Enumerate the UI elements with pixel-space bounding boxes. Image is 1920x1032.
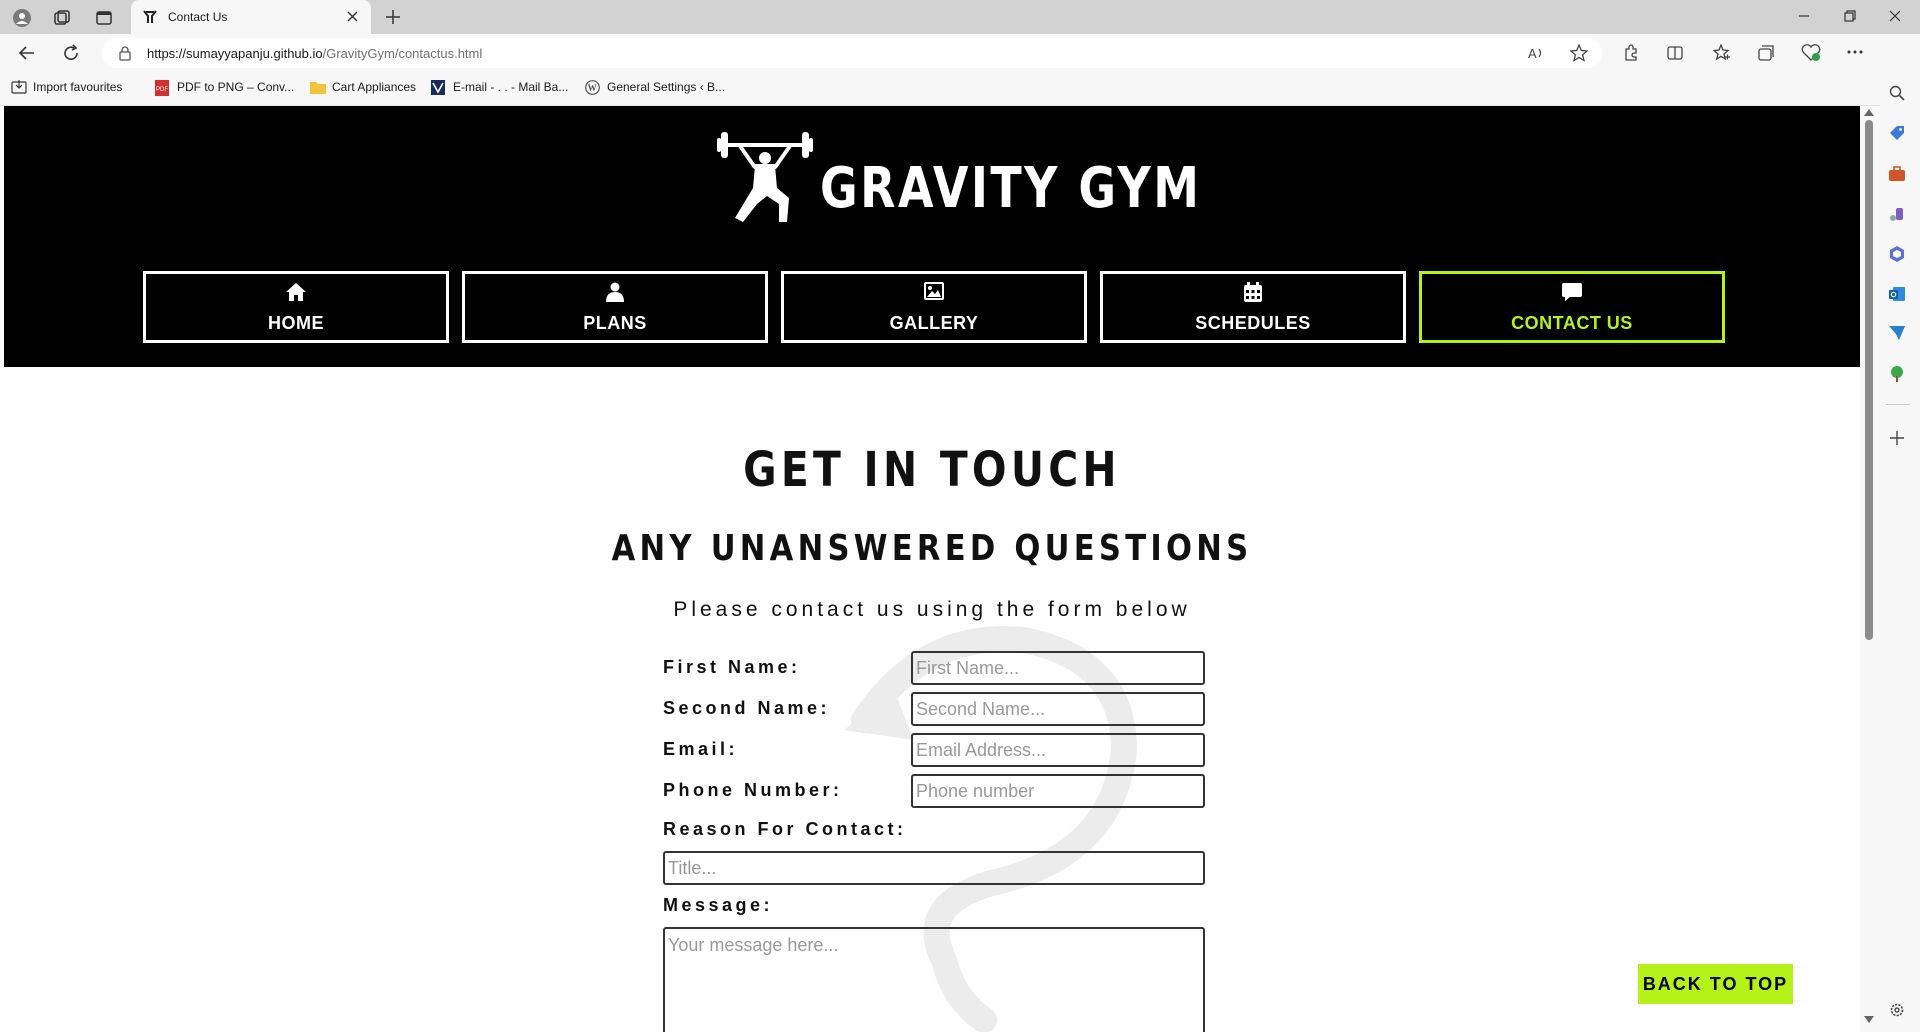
scroll-up-icon[interactable] — [1864, 108, 1874, 116]
more-options-icon[interactable] — [1847, 50, 1863, 54]
nav-home[interactable]: HOME — [143, 271, 449, 343]
sidebar-divider — [1886, 404, 1910, 405]
close-window-icon[interactable] — [1889, 10, 1901, 22]
browser-essentials-icon[interactable] — [1801, 44, 1821, 62]
collections-icon[interactable] — [1757, 44, 1775, 62]
second-name-input[interactable] — [911, 692, 1205, 726]
message-label: Message: — [663, 895, 774, 915]
split-screen-icon[interactable] — [1666, 44, 1684, 62]
workspaces-icon[interactable] — [53, 9, 71, 27]
nav-gallery-label: GALLERY — [889, 313, 979, 333]
sidebar-outlook-icon[interactable] — [1889, 286, 1905, 302]
web-page: GRAVITY GYM HOME PLANS GALLERY SCHEDULES… — [4, 106, 1860, 1032]
sidebar-send-icon[interactable] — [1889, 326, 1905, 340]
bookmark-general-settings[interactable]: General Settings ‹ B... — [607, 80, 725, 94]
phone-input[interactable] — [911, 774, 1205, 808]
gym-favicon-icon — [143, 9, 157, 25]
folder-icon — [310, 81, 326, 94]
sidebar-m365-icon[interactable] — [1889, 246, 1905, 262]
nav-gallery[interactable]: GALLERY — [781, 271, 1087, 343]
tab-title: Contact Us — [168, 10, 228, 24]
url-text[interactable]: https://sumayyapanju.github.io/GravityGy… — [147, 46, 482, 61]
svg-text:PDF: PDF — [156, 87, 168, 93]
sidebar-tree-icon[interactable] — [1889, 366, 1905, 382]
bookmark-email[interactable]: E-mail - . . - Mail Ba... — [453, 80, 568, 94]
close-tab-icon[interactable] — [347, 11, 358, 22]
refresh-icon[interactable] — [62, 44, 80, 62]
sidebar-search-icon[interactable] — [1889, 85, 1905, 101]
sidebar-tools-icon[interactable] — [1889, 166, 1905, 181]
home-icon — [285, 282, 307, 302]
intro-text: Please contact us using the form below — [673, 598, 1191, 621]
page-title: GET IN TOUCH — [743, 442, 1121, 498]
nav-contact-us-label: CONTACT US — [1511, 313, 1633, 333]
pdf-icon: PDF — [155, 80, 169, 96]
page-subtitle: ANY UNANSWERED QUESTIONS — [611, 528, 1253, 569]
first-name-input[interactable] — [911, 651, 1205, 685]
restore-icon[interactable] — [1844, 10, 1856, 22]
phone-label: Phone Number: — [663, 780, 843, 800]
import-icon — [11, 80, 27, 94]
bookmark-pdf-to-png[interactable]: PDF to PNG – Conv... — [177, 80, 294, 94]
brand-name[interactable]: GRAVITY GYM — [820, 156, 1201, 221]
new-tab-icon[interactable] — [385, 9, 401, 25]
bookmark-cart-appliances[interactable]: Cart Appliances — [332, 80, 416, 94]
active-tab[interactable]: Contact Us — [131, 0, 371, 34]
lock-icon[interactable] — [118, 46, 132, 61]
back-icon[interactable] — [18, 44, 36, 62]
sidebar-add-icon[interactable] — [1890, 431, 1904, 445]
sidebar-settings-icon[interactable] — [1889, 1002, 1905, 1018]
favorites-icon[interactable] — [1713, 44, 1731, 62]
site-header: GRAVITY GYM HOME PLANS GALLERY SCHEDULES… — [4, 106, 1860, 367]
edge-sidebar — [1880, 34, 1920, 1032]
extensions-icon[interactable] — [1622, 44, 1640, 62]
first-name-label: First Name: — [663, 657, 801, 677]
comment-icon — [1562, 282, 1582, 302]
read-aloud-icon[interactable]: A — [1528, 45, 1546, 61]
url-path: /GravityGym/contactus.html — [322, 46, 483, 61]
mail-site-icon — [431, 80, 445, 95]
url-domain: https://sumayyapanju.github.io — [147, 46, 323, 61]
nav-home-label: HOME — [268, 313, 324, 333]
email-label: Email: — [663, 739, 739, 759]
calendar-icon — [1244, 282, 1262, 302]
nav-schedules[interactable]: SCHEDULES — [1100, 271, 1406, 343]
scrollbar-thumb[interactable] — [1865, 120, 1873, 640]
minimize-icon[interactable] — [1798, 10, 1810, 22]
nav-schedules-label: SCHEDULES — [1195, 313, 1311, 333]
scroll-down-icon[interactable] — [1864, 1016, 1874, 1024]
reason-label: Reason For Contact: — [663, 819, 907, 839]
vertical-tabs-icon[interactable] — [95, 9, 113, 27]
nav-plans[interactable]: PLANS — [462, 271, 768, 343]
sidebar-games-icon[interactable] — [1889, 206, 1905, 222]
reason-input[interactable] — [663, 851, 1205, 885]
bookmark-import-favourites[interactable]: Import favourites — [33, 80, 122, 94]
back-to-top-button[interactable]: BACK TO TOP — [1638, 964, 1793, 1004]
svg-text:W: W — [588, 83, 597, 93]
message-textarea[interactable] — [663, 927, 1205, 1032]
nav-contact-us[interactable]: CONTACT US — [1419, 271, 1725, 343]
favorite-star-icon[interactable] — [1570, 44, 1588, 62]
second-name-label: Second Name: — [663, 698, 831, 718]
profile-icon[interactable] — [12, 8, 32, 28]
image-icon — [924, 282, 944, 300]
email-input[interactable] — [911, 733, 1205, 767]
nav-plans-label: PLANS — [583, 313, 647, 333]
svg-text:A: A — [1528, 46, 1537, 61]
weightlifter-logo-icon — [717, 126, 813, 226]
sidebar-shopping-icon[interactable] — [1889, 125, 1905, 141]
wordpress-icon: W — [585, 80, 600, 95]
user-icon — [606, 282, 624, 302]
